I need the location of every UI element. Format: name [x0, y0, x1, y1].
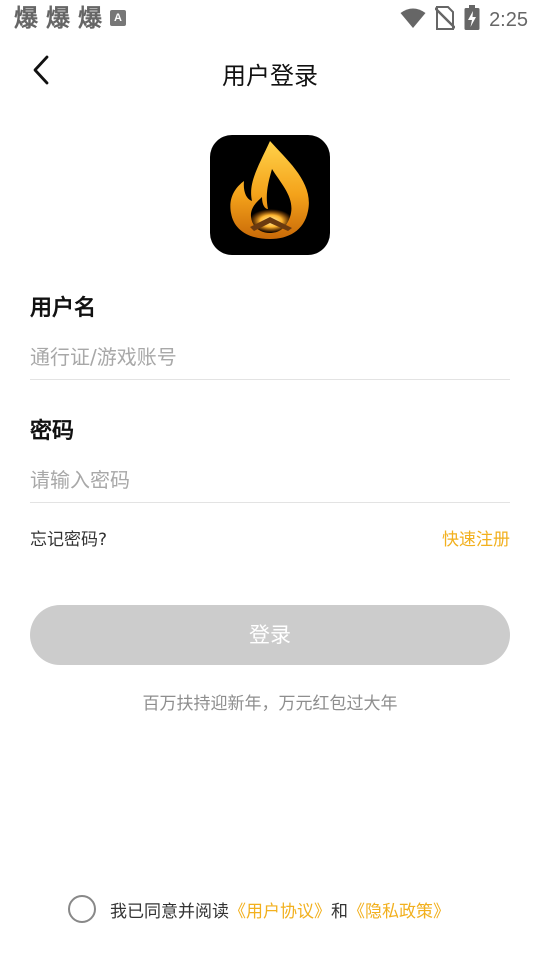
agreement-row: 我已同意并阅读 《用户协议》 和 《隐私政策》 [68, 895, 450, 923]
clock-time: 2:25 [489, 8, 528, 31]
notification-app-icon: 爆 [14, 4, 38, 32]
page-title: 用户登录 [222, 62, 318, 90]
privacy-policy-link[interactable]: 《隐私政策》 [348, 897, 450, 922]
quick-register-link[interactable]: 快速注册 [442, 525, 510, 550]
flame-logo-icon [210, 141, 330, 255]
forgot-password-link[interactable]: 忘记密码? [30, 525, 107, 550]
username-input[interactable] [30, 334, 510, 380]
system-icons: 2:25 [400, 5, 528, 35]
notification-app-icon: 爆 [78, 4, 102, 32]
password-input[interactable] [30, 457, 510, 503]
notification-app-icon: 爆 [46, 4, 70, 32]
agreement-checkbox[interactable] [68, 895, 96, 923]
agreement-prefix-text: 我已同意并阅读 [110, 901, 229, 922]
wifi-icon [400, 7, 426, 33]
username-label: 用户名 [30, 296, 97, 321]
no-sim-icon [434, 6, 456, 34]
user-agreement-link[interactable]: 《用户协议》 [229, 897, 331, 922]
promo-text: 百万扶持迎新年，万元红包过大年 [142, 694, 398, 714]
status-bar: 爆 爆 爆 A 2:25 [0, 0, 540, 36]
password-label: 密码 [30, 419, 75, 444]
battery-charging-icon [464, 5, 480, 35]
notification-area: 爆 爆 爆 A [14, 4, 126, 32]
login-button[interactable]: 登录 [30, 605, 510, 665]
header: 用户登录 [0, 48, 540, 96]
app-logo [210, 135, 330, 255]
agreement-and-text: 和 [331, 901, 348, 922]
notification-a-icon: A [110, 10, 126, 26]
